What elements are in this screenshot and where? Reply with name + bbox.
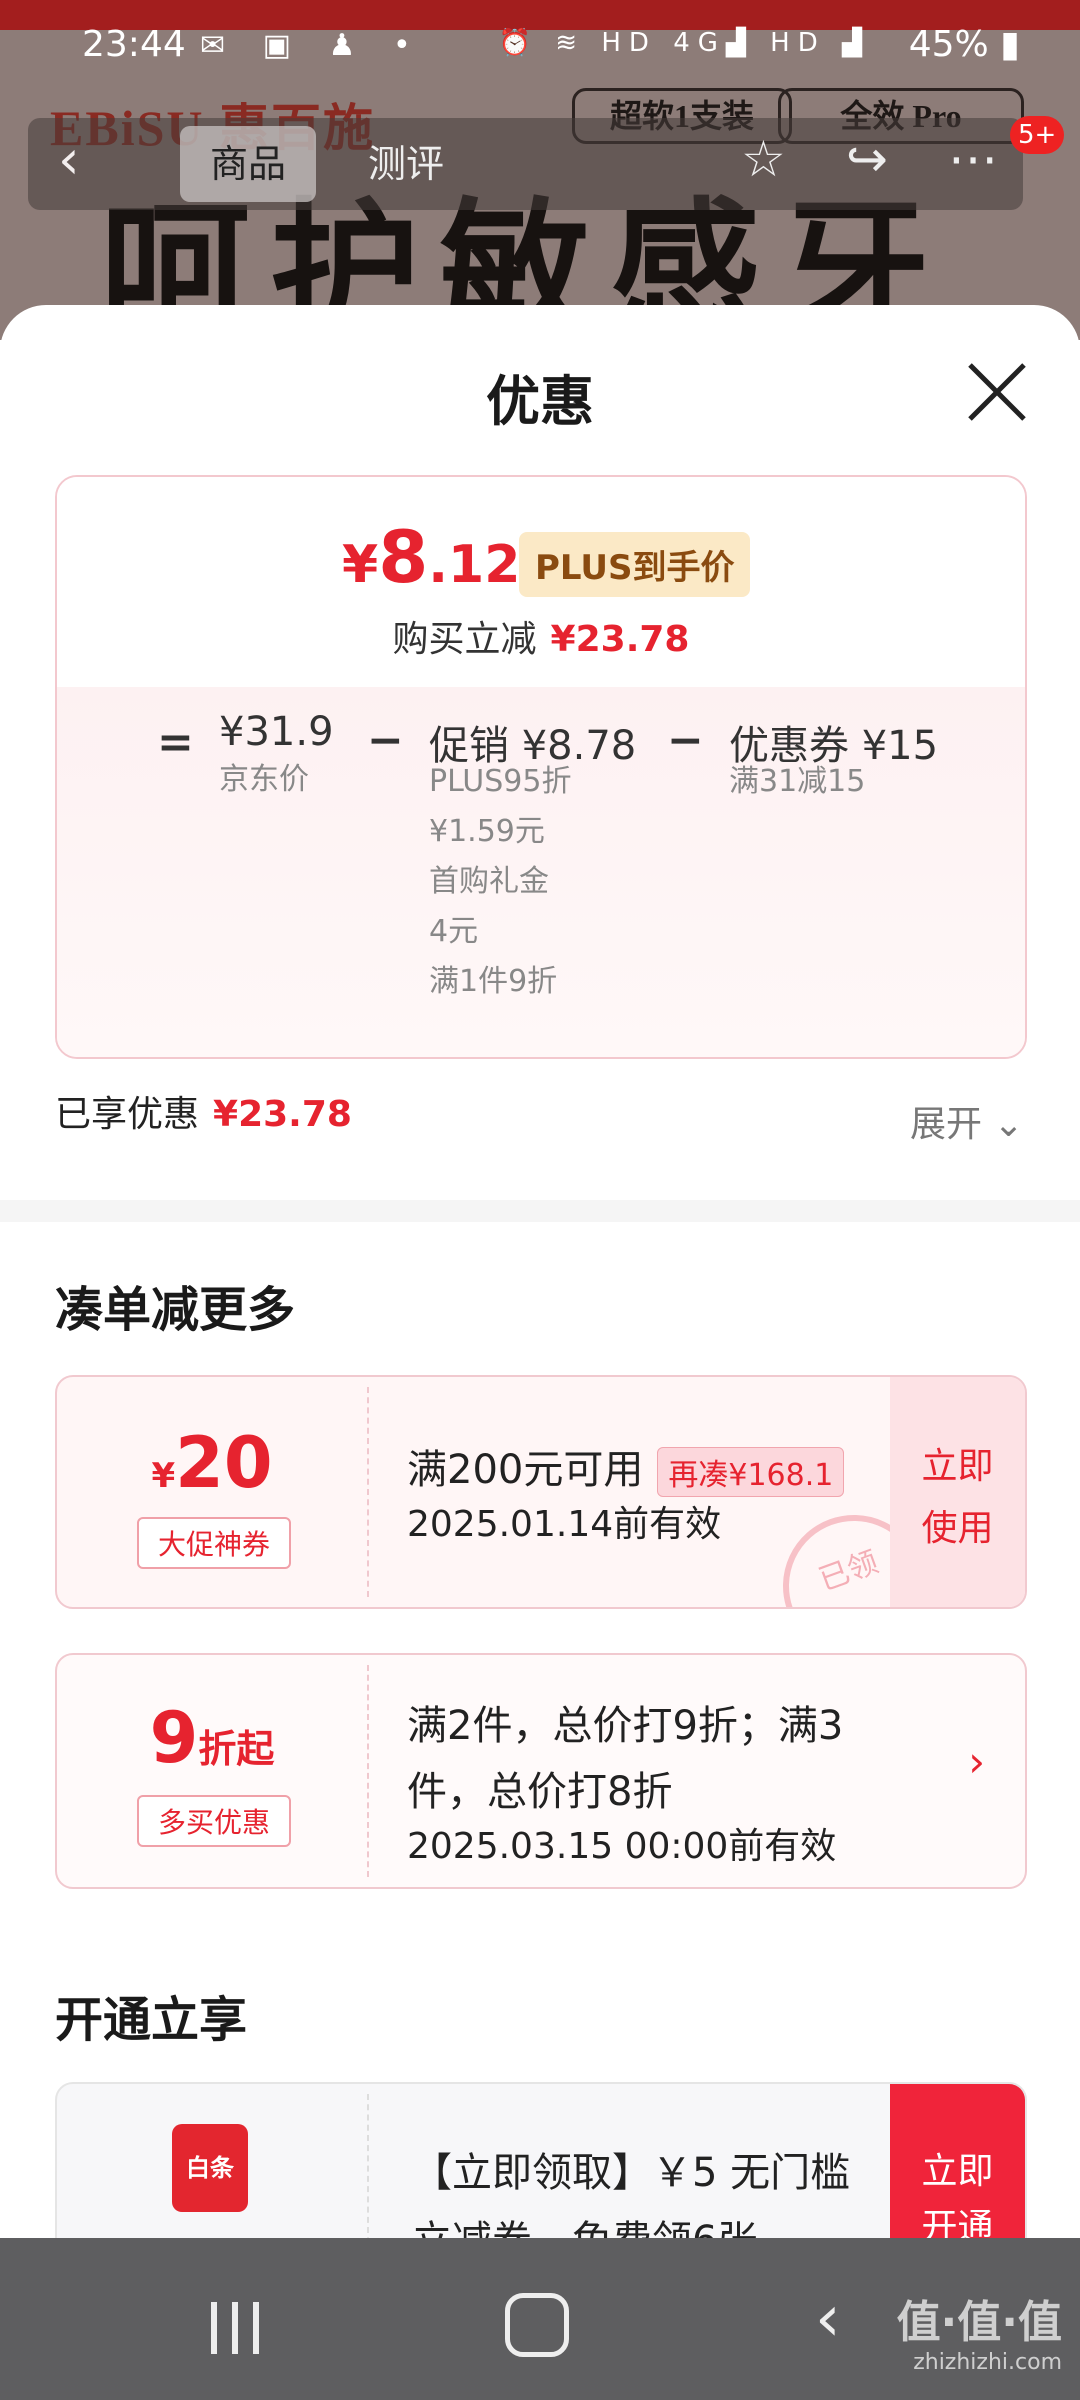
price-breakdown-card: ¥8.12 PLUS到手价 购买立减 ¥23.78 = ¥31.9 京东价 − 促… — [55, 475, 1027, 1059]
close-icon[interactable] — [962, 357, 1032, 427]
plus-price-tag: PLUS到手价 — [519, 532, 751, 597]
jd-price-label: 京东价 — [219, 762, 309, 797]
use-now-button[interactable]: 立即 使用 — [890, 1377, 1025, 1607]
favorite-icon[interactable]: ☆ — [741, 130, 786, 188]
enjoyed-discount: 已享优惠 ¥23.78 — [55, 1094, 352, 1135]
back-icon[interactable]: ‹ — [58, 128, 80, 191]
section-divider — [0, 1200, 1080, 1222]
share-icon[interactable]: ↪ — [846, 130, 888, 188]
tab-review[interactable]: 测评 — [338, 126, 474, 202]
minus-sign: − — [367, 715, 404, 766]
signal-icons: ⏰ ≋ HD 4G▟ HD ▟ — [498, 28, 870, 58]
coupon-type-tag: 大促神券 — [137, 1517, 291, 1569]
instant-discount: 购买立减 ¥23.78 — [392, 619, 690, 660]
tab-product[interactable]: 商品 — [180, 126, 317, 202]
notification-icons: ✉ ▣ ♟ • — [200, 28, 425, 63]
baitiao-card[interactable]: 白条 立减优惠 【立即领取】￥5 无门槛立减券，免费领6张 立即 开通 — [55, 2082, 1027, 2240]
recent-apps-icon[interactable] — [205, 2298, 265, 2358]
coupon-amount: ¥20 — [151, 1422, 273, 1504]
multi-buy-tag: 多买优惠 — [137, 1795, 291, 1847]
equals-sign: = — [157, 717, 194, 768]
system-nav-bar: ‹ 值·值·值 zhizhizhi.com — [0, 2238, 1080, 2400]
coupon-expiry: 2025.01.14前有效 — [407, 1504, 722, 1545]
message-count-badge: 5+ — [1010, 116, 1065, 154]
chevron-down-icon: ⌄ — [993, 1104, 1024, 1145]
section-title-open-enjoy: 开通立享 — [55, 1992, 248, 2048]
coupon-label: 满31减15 — [729, 764, 866, 799]
multi-buy-condition-2: 件，总价打8折 — [407, 1769, 673, 1815]
multi-buy-condition: 满2件，总价打9折；满3 — [407, 1703, 844, 1749]
status-bar: 23:44 ✉ ▣ ♟ • ⏰ ≋ HD 4G▟ HD ▟ 45% ▮ — [0, 0, 1080, 100]
more-icon[interactable]: ⋯ — [948, 130, 998, 188]
chevron-right-icon[interactable]: › — [968, 1737, 985, 1786]
final-price: ¥8.12 — [342, 515, 521, 599]
watermark: 值·值·值 — [896, 2297, 1062, 2348]
discount-sheet: 优惠 ¥8.12 PLUS到手价 购买立减 ¥23.78 = ¥31.9 京东价 … — [0, 305, 1080, 2240]
expand-button[interactable]: 展开 ⌄ — [910, 1095, 1024, 1147]
baitiao-offer-text: 【立即领取】￥5 无门槛立减券，免费领6张 — [412, 2150, 851, 2240]
clock: 23:44 — [82, 24, 186, 65]
baitiao-icon: 白条 — [172, 2124, 248, 2212]
discount-rate: 9折起 — [149, 1697, 275, 1779]
minus-sign: − — [667, 715, 704, 766]
coupon-condition: 满200元可用 再凑¥168.1 — [407, 1437, 845, 1497]
add-more-tag: 再凑¥168.1 — [657, 1447, 845, 1497]
section-title-more-discounts: 凑单减更多 — [55, 1282, 296, 1338]
coupon-card[interactable]: ¥20 大促神券 满200元可用 再凑¥168.1 2025.01.14前有效 已… — [55, 1375, 1027, 1609]
multi-buy-expiry: 2025.03.15 00:00前有效 — [407, 1826, 837, 1867]
home-icon[interactable] — [505, 2293, 569, 2357]
watermark-url: zhizhizhi.com — [913, 2350, 1062, 2375]
open-now-button[interactable]: 立即 开通 — [890, 2084, 1025, 2240]
jd-price-value: ¥31.9 — [219, 709, 334, 755]
product-top-nav: ‹ 商品 测评 ☆ ↪ ⋯ — [28, 118, 1023, 210]
back-icon[interactable]: ‹ — [815, 2282, 841, 2356]
multi-buy-card[interactable]: 9折起 多买优惠 满2件，总价打9折；满3 件，总价打8折 2025.03.15… — [55, 1653, 1027, 1889]
promo-details: PLUS95折 ¥1.59元 首购礼金 4元 满1件9折 — [429, 764, 572, 999]
sheet-title: 优惠 — [486, 370, 594, 433]
battery-indicator: 45% ▮ — [908, 24, 1020, 65]
